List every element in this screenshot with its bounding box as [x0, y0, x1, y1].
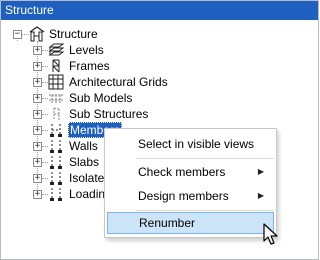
tree-item-sub-structures[interactable]: + Sub Structures [1, 106, 320, 122]
tree-connector [22, 34, 29, 35]
loading-icon [50, 188, 62, 201]
submenu-arrow-icon: ▶ [257, 167, 264, 176]
sub-models-icon [49, 94, 63, 104]
menu-item-select-in-visible-views[interactable]: Select in visible views [107, 133, 274, 155]
menu-item-label: Select in visible views [138, 137, 255, 151]
menu-item-label: Renumber [139, 216, 196, 230]
slabs-icon [50, 156, 62, 169]
tree-item-walls[interactable]: + Walls [1, 138, 111, 154]
members-icon [50, 124, 62, 137]
expand-toggle[interactable]: + [33, 190, 42, 199]
menu-item-check-members[interactable]: Check members ▶ [107, 161, 274, 183]
walls-icon [50, 140, 62, 153]
tree-item-label: Slabs [69, 155, 100, 169]
menu-item-label: Check members [138, 165, 226, 179]
mouse-cursor-icon [263, 223, 278, 245]
tree-item-label: Levels [69, 43, 104, 57]
expand-toggle[interactable]: + [33, 110, 42, 119]
tree-item-architectural-grids[interactable]: + Architectural Grids [1, 74, 320, 90]
expand-toggle[interactable]: + [33, 174, 42, 183]
expand-toggle[interactable]: + [33, 62, 42, 71]
menu-separator [136, 210, 274, 211]
tree-item-loading[interactable]: + Loading [1, 186, 112, 202]
tree-item-slabs[interactable]: + Slabs [1, 154, 111, 170]
expand-toggle[interactable]: + [33, 78, 42, 87]
frames-icon [52, 59, 60, 73]
tree-root[interactable]: − Structure [1, 26, 320, 42]
collapse-toggle[interactable]: − [13, 30, 22, 39]
expand-toggle[interactable]: + [33, 142, 42, 151]
menu-item-label: Design members [138, 189, 229, 203]
tree-item-label: Architectural Grids [69, 75, 168, 89]
expand-toggle[interactable]: + [33, 94, 42, 103]
sub-structures-icon [53, 107, 60, 120]
expand-toggle[interactable]: + [33, 46, 42, 55]
levels-icon [48, 43, 64, 56]
tree-item-label: Sub Models [69, 91, 133, 105]
menu-item-renumber[interactable]: Renumber [107, 212, 274, 234]
menu-separator [136, 158, 274, 159]
tree-item-sub-models[interactable]: + Sub Models [1, 90, 320, 106]
structure-icon [29, 26, 45, 42]
tree-root-label: Structure [49, 27, 98, 41]
tree-item-levels[interactable]: + Levels [1, 42, 320, 58]
isolated-icon [50, 172, 62, 185]
panel-title: Structure [1, 1, 318, 20]
context-menu: Select in visible views Check members ▶ … [104, 128, 277, 238]
tree-item-label: Frames [69, 59, 110, 73]
menu-item-design-members[interactable]: Design members ▶ [107, 185, 274, 207]
expand-toggle[interactable]: + [33, 126, 42, 135]
expand-toggle[interactable]: + [33, 158, 42, 167]
grid-icon [48, 74, 64, 90]
tree-item-frames[interactable]: + Frames [1, 58, 320, 74]
tree-item-label: Sub Structures [69, 107, 149, 121]
tree-item-isolated[interactable]: + Isolated [1, 170, 111, 186]
submenu-arrow-icon: ▶ [257, 191, 264, 200]
tree-item-label: Walls [69, 139, 98, 153]
